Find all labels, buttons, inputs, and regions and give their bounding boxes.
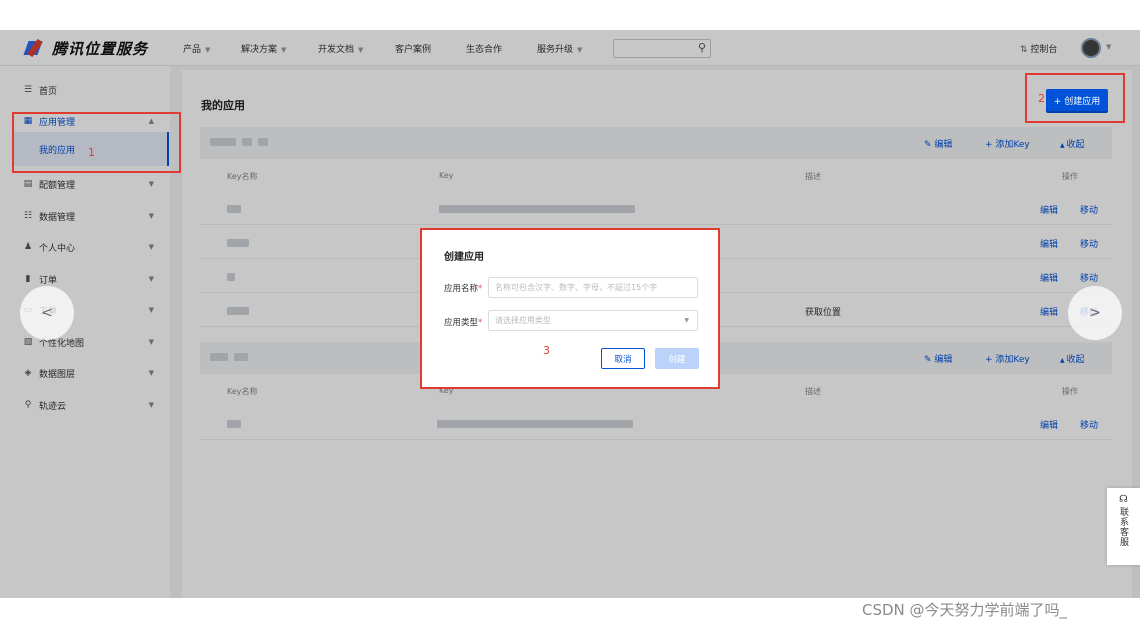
app-type-label: 应用类型*: [444, 318, 483, 328]
chevron-right-icon: >: [1089, 305, 1101, 321]
annotation-number-2: 2: [1038, 92, 1045, 105]
chevron-left-icon: <: [41, 305, 53, 321]
chevron-down-icon: ▼: [684, 317, 689, 324]
scroll-right-button[interactable]: >: [1068, 286, 1122, 340]
scroll-left-button[interactable]: <: [20, 286, 74, 340]
watermark: CSDN @今天努力学前端了吗_: [862, 601, 1068, 619]
dialog-title: 创建应用: [444, 252, 484, 263]
annotation-number-3: 3: [543, 344, 550, 357]
cancel-button[interactable]: 取消: [601, 348, 645, 369]
create-app-button-highlight[interactable]: + 创建应用: [1046, 89, 1108, 111]
annotation-box-1: [12, 112, 181, 173]
app-name-field[interactable]: 名称可包含汉字、数字、字母，不超过15个字: [488, 277, 698, 298]
create-button[interactable]: 创建: [655, 348, 699, 369]
required-mark: *: [478, 284, 483, 294]
app-type-select[interactable]: 请选择应用类型 ▼: [488, 310, 698, 331]
app-name-label: 应用名称*: [444, 284, 483, 294]
required-mark: *: [478, 318, 483, 328]
annotation-number-1: 1: [88, 146, 95, 159]
create-app-dialog: 创建应用 应用名称* 名称可包含汉字、数字、字母，不超过15个字 应用类型* 请…: [420, 228, 720, 389]
customer-service-label: 联系客服: [1118, 507, 1128, 547]
customer-service-tab[interactable]: ☊ 联系客服: [1107, 488, 1140, 565]
headset-icon: ☊: [1119, 494, 1128, 505]
